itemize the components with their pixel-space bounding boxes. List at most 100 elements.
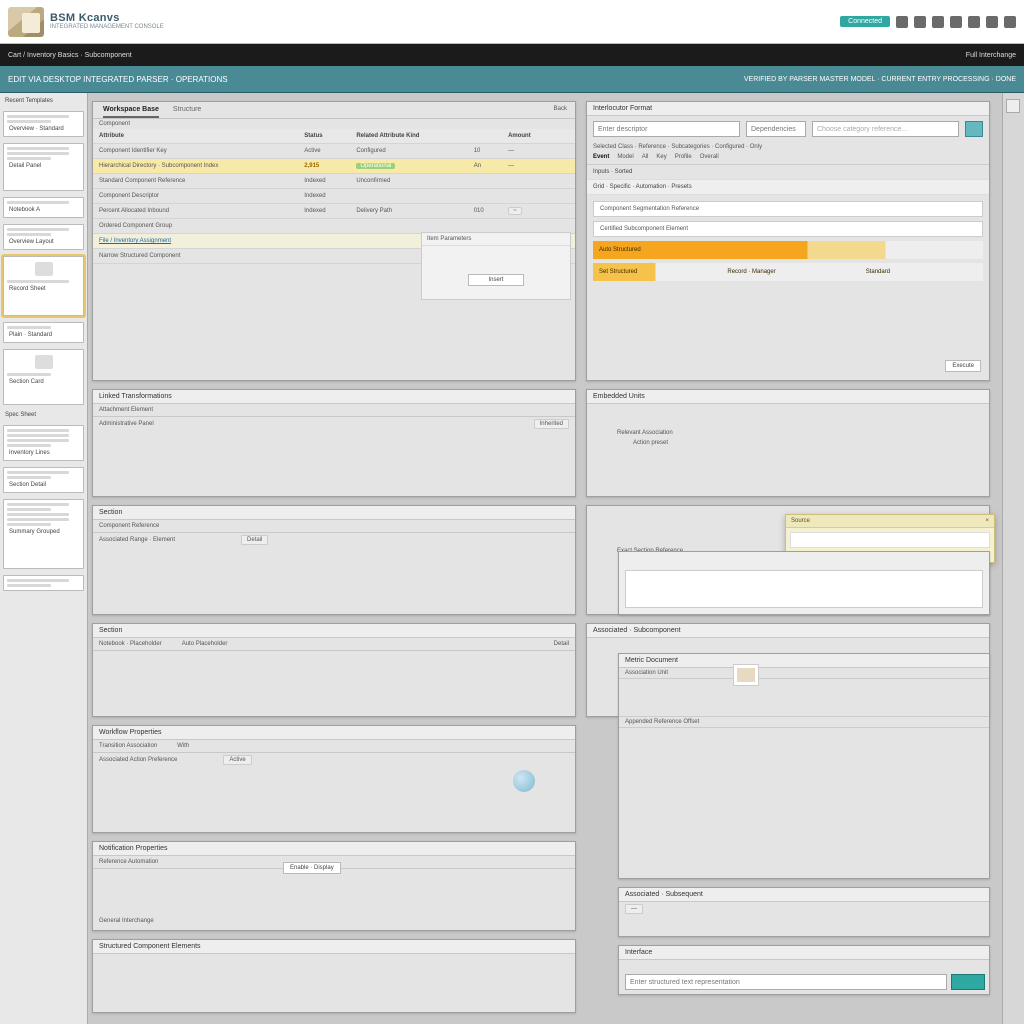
deps-input[interactable]: Dependencies [746, 121, 806, 137]
chip-model[interactable]: Model [617, 154, 633, 160]
tab-structure[interactable]: Structure [173, 106, 201, 118]
subbar-left: EDIT VIA DESKTOP INTEGRATED PARSER · OPE… [8, 75, 228, 84]
brand-tagline: INTEGRATED MANAGEMENT CONSOLE [50, 24, 164, 31]
panel-metric-doc: Metric Document Association Unit Appende… [618, 653, 990, 879]
progress-bar-1[interactable]: Auto Structured [593, 241, 983, 259]
execute-button[interactable]: Execute [945, 360, 981, 372]
workspace: Recent Templates Overview · Standard Det… [0, 93, 1024, 1024]
chip-all[interactable]: All [642, 154, 649, 160]
sidebar-label: Spec Sheet [3, 411, 84, 419]
pill-active[interactable]: Active [223, 755, 251, 765]
brand-bar: BSM Kcanvs INTEGRATED MANAGEMENT CONSOLE… [0, 0, 1024, 44]
pill-inherited[interactable]: Inherited [534, 419, 569, 429]
value-pill[interactable]: — [625, 904, 643, 914]
sidebar-thumb[interactable]: Inventory Lines [3, 425, 84, 461]
main-area: Back Workspace Base Structure Component … [88, 93, 1024, 1024]
alert-icon[interactable] [914, 16, 926, 28]
brand-name: BSM Kcanvs [50, 12, 164, 24]
brand-text: BSM Kcanvs INTEGRATED MANAGEMENT CONSOLE [50, 12, 164, 31]
panel-title: Interface [619, 946, 989, 960]
right-gutter [1002, 93, 1024, 1024]
section-label: Component [99, 121, 130, 127]
table-row[interactable]: Component Identifier KeyActiveConfigured… [93, 144, 575, 159]
panel-linked-transforms: Linked Transformations Attachment Elemen… [92, 389, 576, 497]
assignment-link[interactable]: File / Inventory Assignment [99, 238, 171, 244]
table-row[interactable]: Percent Allocated InboundIndexedDelivery… [93, 204, 575, 219]
template-sidebar[interactable]: Recent Templates Overview · Standard Det… [0, 93, 88, 1024]
input-area[interactable] [625, 570, 983, 608]
export-icon[interactable] [968, 16, 980, 28]
panel-title: Notification Properties [93, 842, 575, 856]
sidebar-thumb-selected[interactable]: Record Sheet [3, 256, 84, 316]
detail-pill[interactable]: Detail [241, 535, 268, 545]
nav-right[interactable]: Full Interchange [966, 52, 1016, 59]
panel-title: Associated · Subcomponent [587, 624, 989, 638]
sidebar-thumb[interactable] [3, 575, 84, 591]
nav-left[interactable]: Cart / Inventory Basics · Subcomponent [8, 52, 132, 59]
document-icon [35, 262, 53, 276]
col-attr[interactable]: Attribute [93, 129, 298, 144]
panel-associated-subseq: Associated · Subsequent — [618, 887, 990, 937]
search-go-button[interactable] [965, 121, 983, 137]
result-card[interactable]: Component Segmentation Reference [593, 201, 983, 217]
panel-title: Associated · Subsequent [619, 888, 989, 902]
panel-inset-1 [618, 551, 990, 615]
gutter-toggle-icon[interactable] [1006, 99, 1020, 113]
insert-button[interactable]: Insert [468, 274, 524, 286]
record-tabs: Workspace Base Structure [93, 102, 575, 119]
user-icon[interactable] [932, 16, 944, 28]
chip-overall[interactable]: Overall [700, 154, 719, 160]
panel-title: Section [93, 624, 575, 638]
panel-section-ref: Section Component Reference Associated R… [92, 505, 576, 615]
panel-interface: Interface Enter structured text represen… [618, 945, 990, 995]
connection-badge[interactable]: Connected [840, 16, 890, 27]
chat-icon[interactable] [896, 16, 908, 28]
filter-caption: Selected Class · Reference · Subcategori… [593, 144, 762, 150]
enable-display-button[interactable]: Enable · Display [283, 862, 341, 874]
table-row[interactable]: Standard Component ReferenceIndexedUncon… [93, 174, 575, 189]
status-orb-icon [513, 770, 535, 792]
grid-icon[interactable] [950, 16, 962, 28]
thumbnail-icon[interactable] [733, 664, 759, 686]
subbar-right: VERIFIED BY PARSER MASTER MODEL · CURREN… [744, 76, 1016, 83]
help-icon[interactable] [986, 16, 998, 28]
table-row-selected[interactable]: Hierarchical Directory · Subcomponent In… [93, 159, 575, 174]
sidebar-thumb[interactable]: Detail Panel [3, 143, 84, 191]
section-inputs: Inputs · Sorted [587, 165, 989, 180]
sidebar-thumb[interactable]: Overview Layout [3, 224, 84, 250]
panel-embedded-units: Embedded Units Relevant Association Acti… [586, 389, 990, 497]
sidebar-thumb[interactable]: Plain · Standard [3, 322, 84, 343]
menu-icon[interactable] [1004, 16, 1016, 28]
col-amount[interactable]: Amount [502, 129, 556, 144]
chip-event[interactable]: Event [593, 154, 609, 160]
filter-chips: Event Model All Key Profile Overall [587, 152, 989, 165]
popover-body [790, 532, 990, 548]
descriptor-input[interactable]: Enter descriptor [593, 121, 740, 137]
sub-bar: EDIT VIA DESKTOP INTEGRATED PARSER · OPE… [0, 66, 1024, 93]
col-kind[interactable]: Related Attribute Kind [350, 129, 467, 144]
section-grid[interactable]: Grid · Specific · Automation · Presets [587, 180, 989, 195]
panel-notebook: Section Notebook · PlaceholderAuto Place… [92, 623, 576, 717]
col-status[interactable]: Status [298, 129, 350, 144]
status-chip: Operational [356, 163, 395, 169]
progress-bar-2[interactable]: Set Structured Record · Manager Standard [593, 263, 983, 281]
sidebar-thumb[interactable]: Overview · Standard [3, 111, 84, 137]
panel-title: Linked Transformations [93, 390, 575, 404]
sidebar-thumb[interactable]: Section Card [3, 349, 84, 405]
command-input[interactable]: Enter structured text representation [625, 974, 947, 990]
chip-key[interactable]: Key [656, 154, 666, 160]
sidebar-thumb[interactable]: Section Detail [3, 467, 84, 493]
close-icon[interactable]: × [985, 518, 989, 524]
item-params-title: Item Parameters [422, 233, 570, 246]
back-link[interactable]: Back [554, 106, 567, 112]
result-card[interactable]: Certified Subcomponent Element [593, 221, 983, 237]
table-row[interactable]: Component DescriptorIndexed [93, 189, 575, 204]
send-button[interactable] [951, 974, 985, 990]
category-select[interactable]: Choose category reference… [812, 121, 959, 137]
tab-workspace[interactable]: Workspace Base [103, 106, 159, 118]
panel-structured-elems: Structured Component Elements [92, 939, 576, 1013]
sidebar-thumb[interactable]: Summary Grouped [3, 499, 84, 569]
sidebar-caption: Recent Templates [3, 97, 84, 105]
chip-profile[interactable]: Profile [675, 154, 692, 160]
sidebar-thumb[interactable]: Notebook A [3, 197, 84, 218]
